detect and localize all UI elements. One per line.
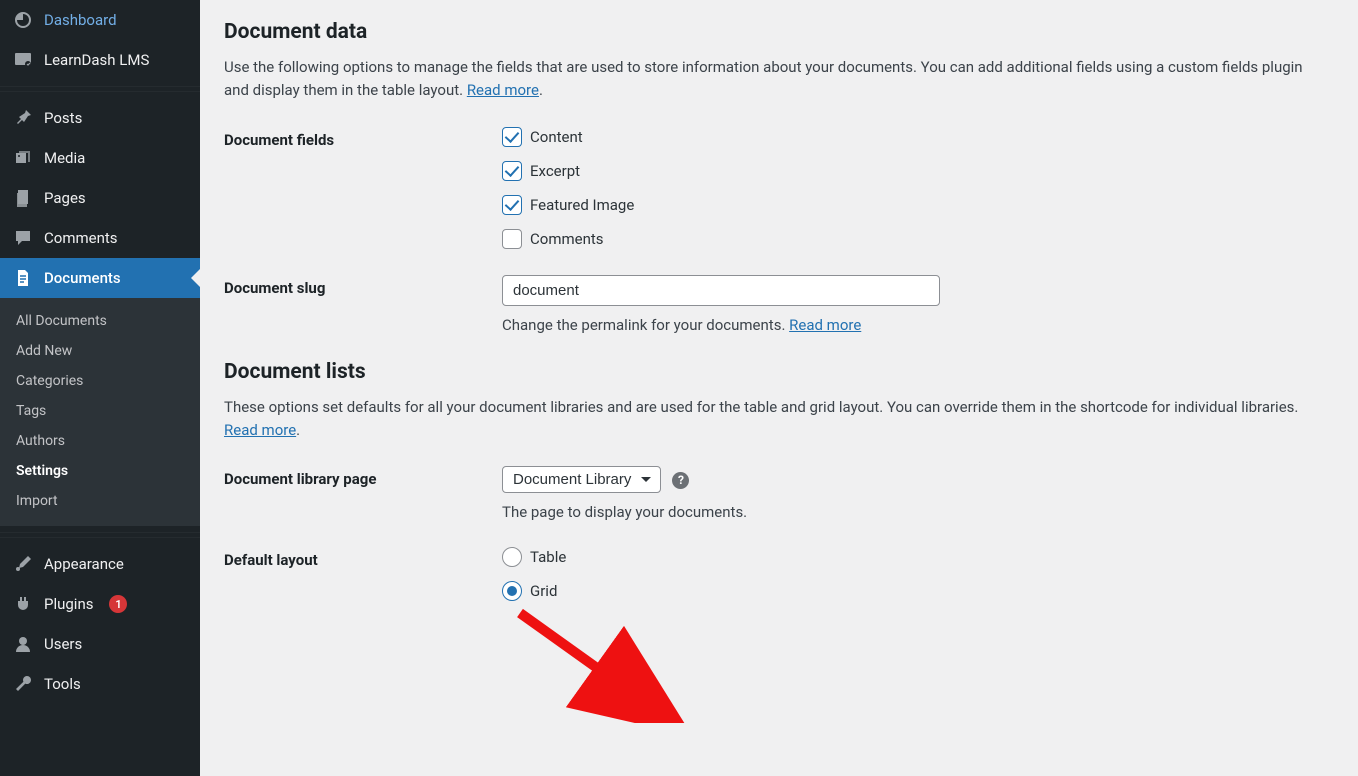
section-title-document-lists: Document lists [224,360,1334,384]
row-field: Content Excerpt Featured Image Comments [502,127,1334,249]
sidebar-item-tools[interactable]: Tools [0,664,200,704]
sidebar-item-label: Documents [44,269,121,287]
submenu-item-tags[interactable]: Tags [0,396,200,426]
document-icon [12,267,34,289]
sidebar-item-media[interactable]: Media [0,138,200,178]
row-field: Change the permalink for your documents.… [502,275,1334,334]
sidebar-item-pages[interactable]: Pages [0,178,200,218]
sidebar-item-label: Users [44,635,82,653]
row-field: Table Grid [502,547,1334,615]
wrench-icon [12,673,34,695]
document-slug-input[interactable] [502,275,940,306]
radio-label: Grid [530,582,557,600]
brush-icon [12,553,34,575]
radio-layout-grid[interactable] [502,581,522,601]
admin-sidebar: Dashboard LearnDash LMS Posts Media Page… [0,0,200,776]
field-help-text: Change the permalink for your documents. [502,316,789,334]
punct: . [296,421,300,439]
section-desc-text: Use the following options to manage the … [224,58,1303,99]
read-more-link[interactable]: Read more [789,316,861,334]
row-label: Document fields [224,127,502,149]
punct: . [539,81,543,99]
sidebar-item-label: Plugins [44,595,93,613]
submenu-item-settings[interactable]: Settings [0,456,200,486]
checkbox-row-comments[interactable]: Comments [502,229,1334,249]
checkbox-content[interactable] [502,127,522,147]
row-default-layout: Default layout Table Grid [224,547,1334,615]
sidebar-item-label: Appearance [44,555,124,573]
annotation-arrow [510,603,690,723]
sidebar-item-label: Pages [44,189,86,207]
row-document-fields: Document fields Content Excerpt Featured… [224,127,1334,249]
submenu-item-add-new[interactable]: Add New [0,336,200,366]
learndash-icon [12,49,34,71]
checkbox-label: Featured Image [530,196,634,214]
pin-icon [12,107,34,129]
sidebar-item-posts[interactable]: Posts [0,98,200,138]
section-desc-document-lists: These options set defaults for all your … [224,396,1309,443]
sidebar-item-comments[interactable]: Comments [0,218,200,258]
help-icon[interactable]: ? [672,472,689,489]
checkbox-row-content[interactable]: Content [502,127,1334,147]
checkbox-excerpt[interactable] [502,161,522,181]
submenu-item-authors[interactable]: Authors [0,426,200,456]
document-library-page-select[interactable]: Document Library [502,466,661,493]
radio-label: Table [530,548,566,566]
field-help: The page to display your documents. [502,503,1334,521]
row-document-slug: Document slug Change the permalink for y… [224,275,1334,334]
section-title-document-data: Document data [224,20,1334,44]
sidebar-item-label: Tools [44,675,81,693]
sidebar-item-dashboard[interactable]: Dashboard [0,0,200,40]
sidebar-item-users[interactable]: Users [0,624,200,664]
sidebar-item-plugins[interactable]: Plugins 1 [0,584,200,624]
submenu-item-categories[interactable]: Categories [0,366,200,396]
section-desc-text: These options set defaults for all your … [224,398,1298,416]
read-more-link[interactable]: Read more [224,421,296,439]
checkbox-label: Content [530,128,583,146]
row-document-library-page: Document library page Document Library ?… [224,466,1334,521]
checkbox-label: Comments [530,230,604,248]
field-help: Change the permalink for your documents.… [502,316,1334,334]
user-icon [12,633,34,655]
read-more-link[interactable]: Read more [467,81,539,99]
dashboard-icon [12,9,34,31]
settings-content: Document data Use the following options … [200,0,1358,776]
radio-row-grid[interactable]: Grid [502,581,1334,601]
sidebar-separator [0,532,200,538]
row-label: Document slug [224,275,502,297]
update-badge: 1 [109,595,127,613]
sidebar-item-learndash[interactable]: LearnDash LMS [0,40,200,80]
sidebar-submenu-documents: All Documents Add New Categories Tags Au… [0,298,200,526]
checkbox-row-featured-image[interactable]: Featured Image [502,195,1334,215]
sidebar-item-label: Posts [44,109,82,127]
row-field: Document Library ? The page to display y… [502,466,1334,521]
comment-icon [12,227,34,249]
row-label: Document library page [224,466,502,488]
radio-layout-table[interactable] [502,547,522,567]
checkbox-comments[interactable] [502,229,522,249]
checkbox-row-excerpt[interactable]: Excerpt [502,161,1334,181]
submenu-item-all-documents[interactable]: All Documents [0,306,200,336]
sidebar-item-documents[interactable]: Documents [0,258,200,298]
checkbox-label: Excerpt [530,162,580,180]
row-label: Default layout [224,547,502,569]
sidebar-item-label: Comments [44,229,118,247]
sidebar-item-label: Media [44,149,85,167]
section-desc-document-data: Use the following options to manage the … [224,56,1309,103]
page-icon [12,187,34,209]
sidebar-separator [0,86,200,92]
checkbox-featured-image[interactable] [502,195,522,215]
sidebar-item-label: Dashboard [44,11,117,29]
plug-icon [12,593,34,615]
sidebar-item-label: LearnDash LMS [44,51,149,69]
radio-row-table[interactable]: Table [502,547,1334,567]
submenu-item-import[interactable]: Import [0,486,200,516]
sidebar-item-appearance[interactable]: Appearance [0,544,200,584]
media-icon [12,147,34,169]
